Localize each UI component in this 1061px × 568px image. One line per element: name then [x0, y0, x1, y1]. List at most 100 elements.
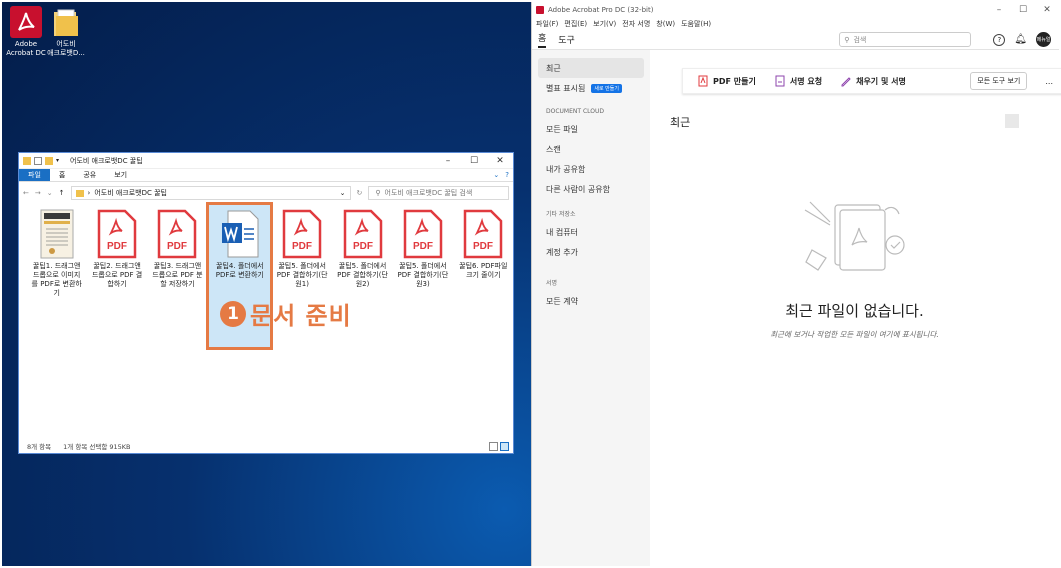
chevron-down-icon[interactable]: ⌄	[340, 189, 346, 197]
forward-icon[interactable]: →	[35, 189, 41, 197]
file-name: 꿀팁5. 폴더에서 PDF 결합하기(단원2)	[337, 262, 388, 288]
search-icon: ⚲	[375, 189, 381, 197]
main-content: PDF 만들기 서명 요청 채우기 및 서명 모든 도구 보기 ... 최근 최…	[650, 50, 1061, 566]
more-options-button[interactable]: ...	[1045, 77, 1053, 86]
tab-tools[interactable]: 도구	[558, 33, 575, 46]
file-item[interactable]: PDF 꿀팁2. 드래그앤드롭으로 PDF 결합하기	[91, 207, 142, 347]
menu-help[interactable]: 도움말(H)	[681, 19, 711, 29]
close-button[interactable]: ✕	[1035, 5, 1059, 15]
view-toggle	[1005, 114, 1041, 128]
help-icon[interactable]: ?	[505, 171, 509, 179]
search-placeholder: 어도비 애크로뱃DC 꿀팁 검색	[384, 189, 473, 197]
desktop-icon-folder[interactable]: 어도비 애크로뱃D...	[42, 6, 90, 58]
create-pdf-tool[interactable]: PDF 만들기	[697, 75, 756, 87]
word-file-icon	[221, 210, 259, 258]
large-icons-view-icon[interactable]	[500, 441, 509, 451]
menu-window[interactable]: 창(W)	[656, 19, 675, 29]
chevron-down-icon[interactable]: ⌄	[47, 189, 53, 197]
maximize-button[interactable]: ☐	[1011, 5, 1035, 15]
menu-view[interactable]: 보기(V)	[593, 19, 616, 29]
tool-label: PDF 만들기	[713, 76, 756, 86]
sidebar-item-label: 내 컴퓨터	[546, 227, 578, 237]
folder-icon	[50, 6, 82, 38]
close-button[interactable]: ✕	[487, 156, 513, 166]
tool-label: 채우기 및 서명	[856, 76, 906, 86]
menu-esign[interactable]: 전자 서명	[622, 19, 650, 29]
file-thumbnail: PDF	[97, 209, 137, 259]
avatar[interactable]: 메뉴얼	[1036, 32, 1051, 47]
fill-and-sign-tool[interactable]: 채우기 및 서명	[840, 75, 906, 87]
address-bar[interactable]: › 어도비 애크로뱃DC 꿀팁 ⌄	[70, 186, 351, 200]
book-cover-icon	[40, 209, 74, 259]
empty-state-title: 최근 파일이 없습니다.	[785, 302, 924, 320]
tab-home[interactable]: 홈	[50, 169, 74, 181]
desktop-icon-label: 애크로뱃D...	[47, 49, 85, 57]
sidebar-item-shared-by-me[interactable]: 내가 공유함	[538, 159, 644, 179]
tab-share[interactable]: 공유	[74, 169, 105, 181]
sidebar-item-label: 스캔	[546, 144, 561, 154]
file-item[interactable]: PDF 꿀팁3. 드래그앤드롭으로 PDF 분할 저장하기	[152, 207, 203, 347]
sidebar-item-shared-by-others[interactable]: 다른 사람이 공유함	[538, 179, 644, 199]
fill-and-sign-icon	[841, 77, 851, 87]
file-item[interactable]: PDF 꿀팁6. PDF파일 크기 줄이기	[458, 207, 509, 347]
back-icon[interactable]: ←	[23, 189, 29, 197]
sidebar-item-recent[interactable]: 최근	[538, 58, 644, 78]
search-icon: ⚲	[844, 35, 850, 44]
tab-view[interactable]: 보기	[105, 169, 136, 181]
breadcrumb-separator-icon: ›	[87, 189, 91, 197]
file-thumbnail	[220, 209, 260, 259]
minimize-button[interactable]: –	[435, 156, 461, 166]
menu-edit[interactable]: 편집(E)	[564, 19, 587, 29]
sidebar-item-all-files[interactable]: 모든 파일	[538, 119, 644, 139]
details-view-icon[interactable]	[489, 441, 498, 451]
window-title: 어도비 애크로뱃DC 꿀팁	[70, 156, 143, 165]
sidebar-item-label: 계정 추가	[546, 247, 578, 257]
list-view-icon[interactable]	[1005, 114, 1019, 128]
notification-bell-icon[interactable]: 🔔︎	[1014, 34, 1027, 45]
help-icon[interactable]: ?	[993, 33, 1006, 46]
file-item[interactable]: 꿀팁1. 드래그앤드롭으로 이미지를 PDF로 변환하기	[31, 207, 82, 347]
sidebar-item-label: 모든 계약	[546, 296, 578, 306]
sidebar-item-add-account[interactable]: 계정 추가	[538, 242, 644, 262]
quick-access-toolbar: ▾	[23, 156, 64, 165]
grid-view-icon[interactable]	[1027, 114, 1041, 128]
acrobat-app-icon	[10, 6, 42, 38]
breadcrumb[interactable]: 어도비 애크로뱃DC 꿀팁	[94, 188, 167, 198]
section-heading: 서명	[546, 280, 558, 287]
sidebar-item-all-agreements[interactable]: 모든 계약	[538, 291, 644, 311]
acrobat-top-bar: 홈 도구 ⚲ 검색 ? 🔔︎ 메뉴얼	[532, 30, 1059, 50]
tab-home[interactable]: 홈	[538, 31, 547, 48]
pdf-file-icon: PDF	[282, 209, 322, 259]
file-name: 꿀팁6. PDF파일 크기 줄이기	[459, 262, 508, 279]
acrobat-titlebar: Adobe Acrobat Pro DC (32-bit) – ☐ ✕	[532, 2, 1059, 17]
all-tools-button[interactable]: 모든 도구 보기	[970, 72, 1028, 90]
pdf-label: PDF	[167, 241, 187, 252]
minimize-button[interactable]: –	[987, 5, 1011, 15]
search-input[interactable]: ⚲ 어도비 애크로뱃DC 꿀팁 검색	[368, 186, 509, 200]
sidebar-item-my-computer[interactable]: 내 컴퓨터	[538, 222, 644, 242]
status-bar: 8개 항목 1개 항목 선택함 915KB	[19, 439, 513, 453]
search-input[interactable]: ⚲ 검색	[839, 32, 972, 47]
sidebar: 최근 별표 표시됨 새로 만들기 DOCUMENT CLOUD 모든 파일 스캔 …	[532, 50, 650, 566]
checkbox-icon[interactable]	[34, 156, 42, 165]
item-count: 8개 항목	[27, 443, 52, 451]
expand-ribbon-icon[interactable]: ⌄	[493, 171, 499, 179]
sidebar-item-label: 내가 공유함	[546, 164, 586, 174]
file-item[interactable]: PDF 꿀팁5. 폴더에서 PDF 결합하기(단원3)	[397, 207, 448, 347]
file-name: 꿀팁2. 드래그앤드롭으로 PDF 결합하기	[91, 262, 143, 288]
file-thumbnail: PDF	[157, 209, 197, 259]
pdf-file-icon: PDF	[464, 209, 503, 259]
up-icon[interactable]: ↑	[59, 189, 65, 197]
pdf-file-icon: PDF	[158, 209, 197, 259]
request-signature-tool[interactable]: 서명 요청	[774, 75, 822, 87]
folder-icon[interactable]	[45, 156, 53, 165]
menu-file[interactable]: 파일(F)	[536, 19, 558, 29]
pdf-label: PDF	[353, 241, 373, 252]
step-number-badge: 1	[220, 300, 246, 327]
sidebar-item-starred[interactable]: 별표 표시됨 새로 만들기	[538, 78, 644, 98]
sidebar-item-scan[interactable]: 스캔	[538, 139, 644, 159]
dropdown-icon[interactable]: ▾	[56, 157, 64, 165]
refresh-icon[interactable]: ↻	[357, 189, 363, 197]
maximize-button[interactable]: ☐	[461, 156, 487, 166]
tab-file[interactable]: 파일	[19, 169, 50, 181]
